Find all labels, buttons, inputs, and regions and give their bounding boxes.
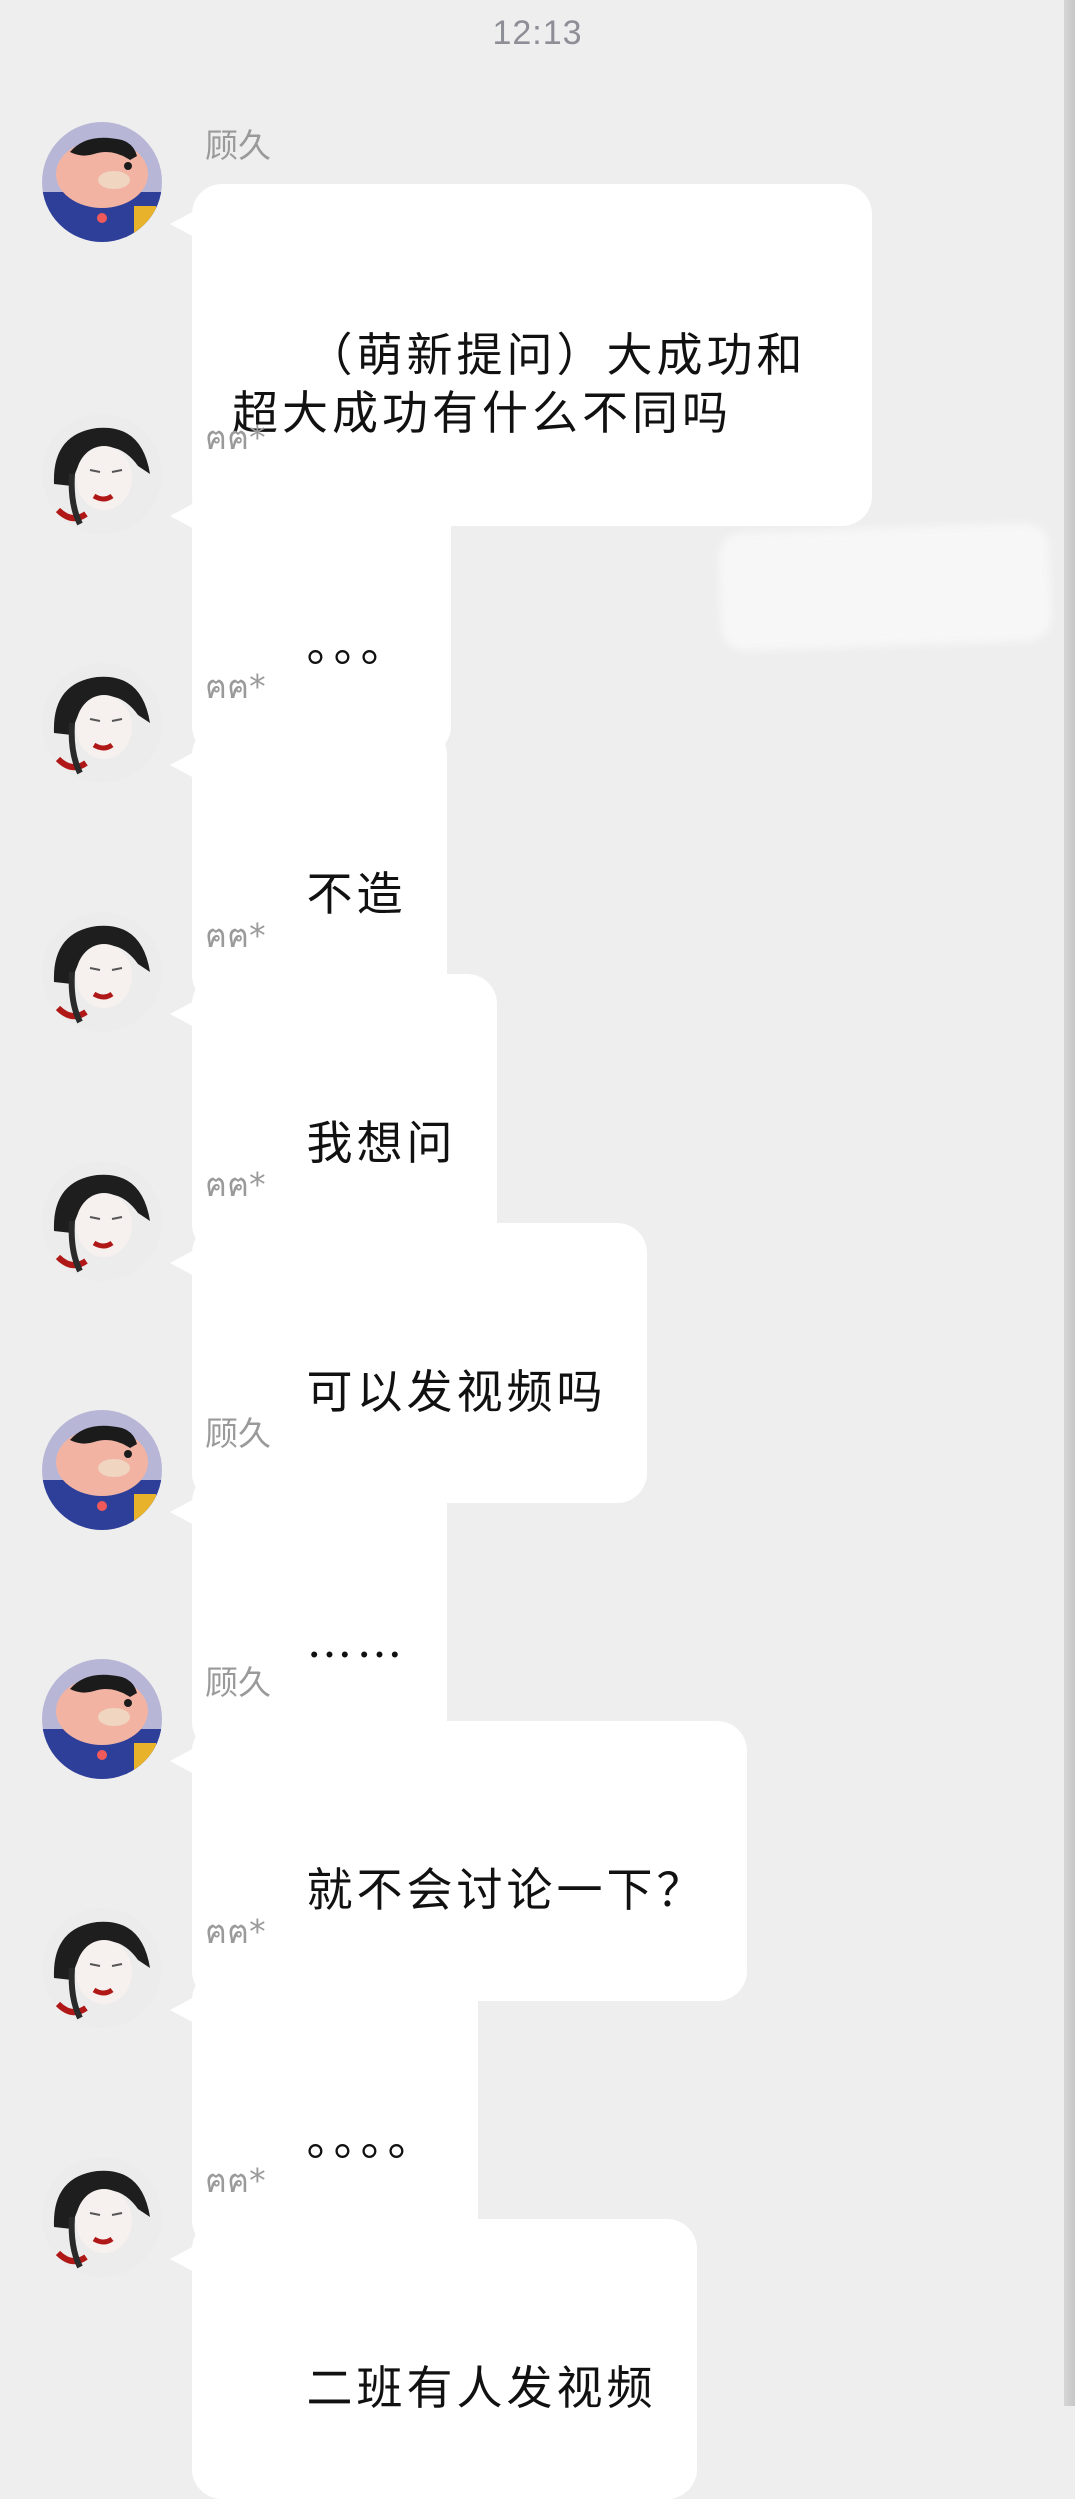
bubble-tail (170, 1996, 196, 2024)
sender-name: 顾久 (205, 126, 271, 165)
status-time: 12:13 (492, 14, 583, 52)
sender-name: 顾久 (205, 1663, 271, 1702)
sender-name: ฅฅ* (205, 667, 266, 706)
sender-name: ฅฅ* (205, 2161, 266, 2200)
message-item: 顾久 就不会讨论一下？ (0, 1659, 1075, 2001)
message-item: 顾久 …… (0, 1410, 1075, 1752)
dark-hair-portrait-avatar-icon[interactable] (42, 663, 162, 783)
dark-hair-portrait-avatar-icon[interactable] (42, 414, 162, 534)
cartoon-boy-avatar-icon[interactable] (42, 122, 162, 242)
message-bubble[interactable]: 二班有人发视频 (170, 2219, 697, 2499)
bubble-tail (170, 502, 196, 530)
bubble-tail (170, 1000, 196, 1028)
bubble-tail (170, 1747, 196, 1775)
bubble-tail (170, 1498, 196, 1526)
message-text: 二班有人发视频 (306, 2361, 657, 2415)
sender-name: ฅฅ* (205, 916, 266, 955)
message-item: ฅฅ* 可以发视频吗 (0, 1161, 1075, 1503)
cartoon-boy-avatar-icon[interactable] (42, 1659, 162, 1779)
dark-hair-portrait-avatar-icon[interactable] (42, 912, 162, 1032)
bubble-tail (170, 210, 196, 238)
message-item: ฅฅ* 。。。 (0, 414, 1075, 756)
bubble-tail (170, 751, 196, 779)
cartoon-boy-avatar-icon[interactable] (42, 1410, 162, 1530)
sender-name: 顾久 (205, 1414, 271, 1453)
sender-name: ฅฅ* (205, 1165, 266, 1204)
dark-hair-portrait-avatar-icon[interactable] (42, 2157, 162, 2277)
message-item: ฅฅ* 我想问 (0, 912, 1075, 1254)
bubble-tail (170, 2245, 196, 2273)
message-item: ฅฅ* 二班有人发视频 (0, 2157, 1075, 2499)
dark-hair-portrait-avatar-icon[interactable] (42, 1161, 162, 1281)
message-item: 顾久 （萌新提问）大成功和超大成功有什么不同吗 (0, 122, 1075, 526)
sender-name: ฅฅ* (205, 1912, 266, 1951)
message-item: ฅฅ* 。。。。 (0, 1908, 1075, 2250)
message-item: ฅฅ* 不造 (0, 663, 1075, 1005)
bubble-tail (170, 1249, 196, 1277)
dark-hair-portrait-avatar-icon[interactable] (42, 1908, 162, 2028)
sender-name: ฅฅ* (205, 418, 266, 457)
